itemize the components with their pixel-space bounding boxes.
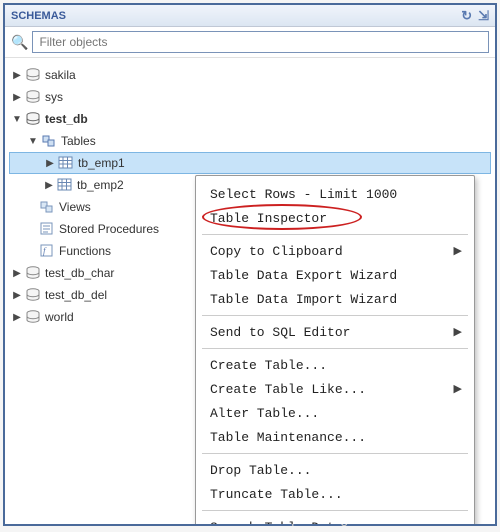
- menu-import-wizard[interactable]: Table Data Import Wizard: [196, 287, 474, 311]
- menu-table-maintenance[interactable]: Table Maintenance...: [196, 425, 474, 449]
- expand-arrow-icon[interactable]: ▼: [11, 113, 23, 125]
- tree-node-tb-emp1[interactable]: ▶ tb_emp1: [9, 152, 491, 174]
- collapse-arrow-icon[interactable]: ▶: [11, 267, 23, 279]
- collapse-arrow-icon[interactable]: ▶: [43, 179, 55, 191]
- menu-create-table-like[interactable]: Create Table Like... ▶: [196, 377, 474, 401]
- menu-label: Alter Table...: [210, 406, 319, 421]
- refresh-icon[interactable]: ↻: [461, 8, 472, 24]
- menu-truncate-table[interactable]: Truncate Table...: [196, 482, 474, 506]
- submenu-arrow-icon: ▶: [454, 244, 462, 258]
- tree-label: test_db_del: [45, 288, 107, 302]
- collapse-arrow-icon[interactable]: ▶: [11, 289, 23, 301]
- database-icon: [25, 265, 41, 281]
- database-icon: [25, 67, 41, 83]
- collapse-arrow-icon[interactable]: ▶: [11, 311, 23, 323]
- tree-node-sakila[interactable]: ▶ sakila: [9, 64, 491, 86]
- menu-select-rows[interactable]: Select Rows - Limit 1000: [196, 182, 474, 206]
- menu-send-sql[interactable]: Send to SQL Editor ▶: [196, 320, 474, 344]
- menu-separator: [202, 315, 468, 316]
- menu-label: Create Table...: [210, 358, 327, 373]
- tree-label: test_db_char: [45, 266, 114, 280]
- menu-separator: [202, 510, 468, 511]
- tree-node-tables[interactable]: ▼ Tables: [9, 130, 491, 152]
- header-toolbar: ↻ ⇲: [461, 8, 489, 24]
- panel-header: SCHEMAS ↻ ⇲: [5, 5, 495, 27]
- menu-search-table-data[interactable]: Search Table Data...: [196, 515, 474, 526]
- table-icon: [57, 177, 73, 193]
- functions-icon: f: [39, 243, 55, 259]
- table-icon: [58, 155, 74, 171]
- search-icon: 🔍: [11, 34, 28, 51]
- tree-node-sys[interactable]: ▶ sys: [9, 86, 491, 108]
- menu-create-table[interactable]: Create Table...: [196, 353, 474, 377]
- menu-label: Table Data Import Wizard: [210, 292, 397, 307]
- expand-arrow-icon[interactable]: ▼: [27, 135, 39, 147]
- menu-separator: [202, 234, 468, 235]
- menu-table-inspector[interactable]: Table Inspector: [196, 206, 474, 230]
- tree-label: Views: [59, 200, 91, 214]
- menu-label: Copy to Clipboard: [210, 244, 343, 259]
- menu-label: Truncate Table...: [210, 487, 343, 502]
- menu-label: Table Maintenance...: [210, 430, 366, 445]
- menu-label: Drop Table...: [210, 463, 311, 478]
- collapse-arrow-icon[interactable]: ▶: [44, 157, 56, 169]
- tree-label: Tables: [61, 134, 96, 148]
- menu-drop-table[interactable]: Drop Table...: [196, 458, 474, 482]
- schemas-panel: SCHEMAS ↻ ⇲ 🔍 ▶ sakila ▶ sys ▼: [3, 3, 497, 526]
- tables-folder-icon: [41, 133, 57, 149]
- menu-label: Search Table Data...: [210, 520, 366, 527]
- tree-label: test_db: [45, 112, 88, 126]
- database-icon: [25, 89, 41, 105]
- submenu-arrow-icon: ▶: [454, 382, 462, 396]
- expand-icon[interactable]: ⇲: [478, 8, 489, 24]
- submenu-arrow-icon: ▶: [454, 325, 462, 339]
- tree-label: tb_emp2: [77, 178, 124, 192]
- tree-node-test-db[interactable]: ▼ test_db: [9, 108, 491, 130]
- tree-label: Functions: [59, 244, 111, 258]
- menu-separator: [202, 453, 468, 454]
- views-icon: [39, 199, 55, 215]
- tree-label: tb_emp1: [78, 156, 125, 170]
- filter-row: 🔍: [5, 27, 495, 58]
- menu-separator: [202, 348, 468, 349]
- menu-alter-table[interactable]: Alter Table...: [196, 401, 474, 425]
- table-context-menu: Select Rows - Limit 1000 Table Inspector…: [195, 175, 475, 526]
- menu-export-wizard[interactable]: Table Data Export Wizard: [196, 263, 474, 287]
- database-icon: [25, 287, 41, 303]
- collapse-arrow-icon[interactable]: ▶: [11, 91, 23, 103]
- tree-label: sys: [45, 90, 63, 104]
- menu-label: Table Data Export Wizard: [210, 268, 397, 283]
- tree-label: Stored Procedures: [59, 222, 159, 236]
- panel-title: SCHEMAS: [11, 10, 461, 22]
- collapse-arrow-icon[interactable]: ▶: [11, 69, 23, 81]
- menu-label: Table Inspector: [210, 211, 327, 226]
- database-icon: [25, 111, 41, 127]
- stored-procedures-icon: [39, 221, 55, 237]
- menu-copy-clipboard[interactable]: Copy to Clipboard ▶: [196, 239, 474, 263]
- tree-label: sakila: [45, 68, 76, 82]
- filter-input[interactable]: [32, 31, 489, 53]
- tree-label: world: [45, 310, 74, 324]
- database-icon: [25, 309, 41, 325]
- menu-label: Send to SQL Editor: [210, 325, 350, 340]
- menu-label: Select Rows - Limit 1000: [210, 187, 397, 202]
- menu-label: Create Table Like...: [210, 382, 366, 397]
